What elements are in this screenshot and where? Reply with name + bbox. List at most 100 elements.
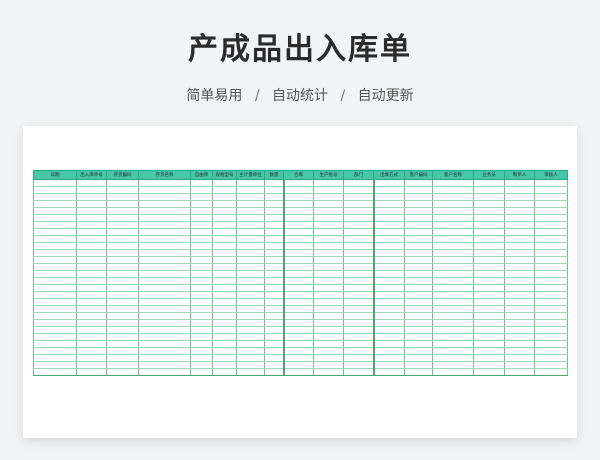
table-cell[interactable] <box>138 228 191 236</box>
table-cell[interactable] <box>504 284 535 292</box>
table-cell[interactable] <box>282 200 314 208</box>
table-cell[interactable] <box>212 214 237 222</box>
table-cell[interactable] <box>473 340 505 348</box>
table-cell[interactable] <box>404 326 433 334</box>
table-cell[interactable] <box>343 319 374 327</box>
table-cell[interactable] <box>33 333 77 341</box>
table-cell[interactable] <box>473 228 505 236</box>
table-cell[interactable] <box>76 277 107 285</box>
column-header[interactable]: 客户名称 <box>432 170 474 180</box>
table-cell[interactable] <box>282 207 314 215</box>
table-cell[interactable] <box>504 347 535 355</box>
table-cell[interactable] <box>343 186 374 194</box>
table-cell[interactable] <box>372 277 405 285</box>
table-cell[interactable] <box>473 221 505 229</box>
table-cell[interactable] <box>264 200 284 208</box>
table-cell[interactable] <box>404 312 433 320</box>
table-cell[interactable] <box>504 200 535 208</box>
table-cell[interactable] <box>372 249 405 257</box>
table-cell[interactable] <box>190 340 213 348</box>
table-cell[interactable] <box>534 326 568 334</box>
table-cell[interactable] <box>282 326 314 334</box>
table-cell[interactable] <box>264 312 284 320</box>
column-header[interactable]: 生产批号 <box>313 170 344 180</box>
table-cell[interactable] <box>504 319 535 327</box>
table-cell[interactable] <box>372 263 405 271</box>
table-cell[interactable] <box>343 277 374 285</box>
table-cell[interactable] <box>372 368 405 376</box>
table-cell[interactable] <box>76 319 107 327</box>
table-cell[interactable] <box>534 179 568 187</box>
table-cell[interactable] <box>372 207 405 215</box>
table-cell[interactable] <box>76 291 107 299</box>
table-cell[interactable] <box>138 214 191 222</box>
table-cell[interactable] <box>212 368 237 376</box>
table-cell[interactable] <box>106 179 139 187</box>
table-cell[interactable] <box>190 347 213 355</box>
table-cell[interactable] <box>212 305 237 313</box>
table-cell[interactable] <box>404 263 433 271</box>
table-cell[interactable] <box>264 256 284 264</box>
table-cell[interactable] <box>343 263 374 271</box>
table-cell[interactable] <box>372 235 405 243</box>
table-cell[interactable] <box>313 319 344 327</box>
table-cell[interactable] <box>212 228 237 236</box>
table-cell[interactable] <box>313 242 344 250</box>
table-cell[interactable] <box>190 270 213 278</box>
table-cell[interactable] <box>404 193 433 201</box>
table-cell[interactable] <box>212 326 237 334</box>
table-cell[interactable] <box>404 305 433 313</box>
table-cell[interactable] <box>504 270 535 278</box>
table-cell[interactable] <box>372 179 405 187</box>
table-cell[interactable] <box>106 221 139 229</box>
table-cell[interactable] <box>212 312 237 320</box>
table-cell[interactable] <box>212 270 237 278</box>
column-header[interactable]: 审核人 <box>534 170 568 180</box>
table-cell[interactable] <box>534 207 568 215</box>
table-cell[interactable] <box>76 235 107 243</box>
table-cell[interactable] <box>404 333 433 341</box>
table-cell[interactable] <box>432 228 474 236</box>
table-cell[interactable] <box>190 298 213 306</box>
table-cell[interactable] <box>138 284 191 292</box>
table-cell[interactable] <box>264 354 284 362</box>
table-cell[interactable] <box>33 305 77 313</box>
table-cell[interactable] <box>404 277 433 285</box>
table-cell[interactable] <box>106 305 139 313</box>
table-cell[interactable] <box>534 305 568 313</box>
table-cell[interactable] <box>190 277 213 285</box>
table-cell[interactable] <box>190 354 213 362</box>
table-cell[interactable] <box>236 312 265 320</box>
table-cell[interactable] <box>212 256 237 264</box>
table-cell[interactable] <box>404 347 433 355</box>
table-cell[interactable] <box>212 221 237 229</box>
table-cell[interactable] <box>343 368 374 376</box>
table-cell[interactable] <box>106 249 139 257</box>
table-cell[interactable] <box>190 235 213 243</box>
table-cell[interactable] <box>313 312 344 320</box>
table-cell[interactable] <box>76 221 107 229</box>
table-cell[interactable] <box>212 235 237 243</box>
table-cell[interactable] <box>236 319 265 327</box>
table-cell[interactable] <box>106 368 139 376</box>
table-cell[interactable] <box>236 200 265 208</box>
table-cell[interactable] <box>343 270 374 278</box>
table-cell[interactable] <box>432 326 474 334</box>
table-cell[interactable] <box>282 284 314 292</box>
table-cell[interactable] <box>264 347 284 355</box>
table-cell[interactable] <box>236 361 265 369</box>
table-cell[interactable] <box>212 207 237 215</box>
table-cell[interactable] <box>404 200 433 208</box>
table-cell[interactable] <box>33 312 77 320</box>
column-header[interactable]: 规格型号 <box>212 170 237 180</box>
table-cell[interactable] <box>343 242 374 250</box>
column-header[interactable]: 数量 <box>264 170 284 180</box>
table-cell[interactable] <box>313 263 344 271</box>
table-cell[interactable] <box>504 256 535 264</box>
table-cell[interactable] <box>343 298 374 306</box>
table-cell[interactable] <box>76 333 107 341</box>
table-cell[interactable] <box>282 235 314 243</box>
table-cell[interactable] <box>282 312 314 320</box>
table-cell[interactable] <box>236 179 265 187</box>
table-cell[interactable] <box>106 242 139 250</box>
